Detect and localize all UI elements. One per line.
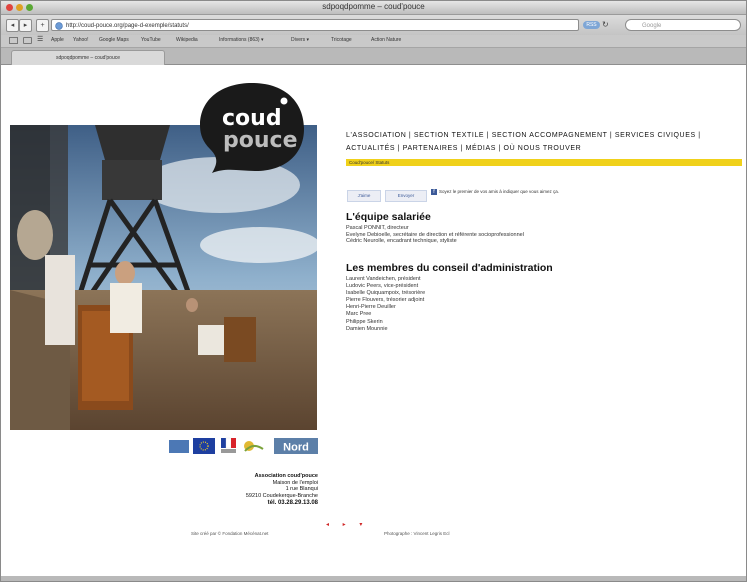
nav-separator: |: [460, 145, 464, 152]
main-navigation: L'ASSOCIATION | SECTION TEXTILE | SECTIO…: [346, 129, 746, 155]
reload-icon[interactable]: ↻: [602, 20, 611, 29]
nav-separator: |: [609, 132, 613, 139]
web-page-content: coud pouce L'ASSOCIATION | SECTION TEXTI…: [1, 65, 746, 581]
nav-separator: |: [408, 132, 412, 139]
globe-icon: [55, 22, 63, 30]
nav-item-association[interactable]: L'ASSOCIATION: [346, 132, 406, 139]
plus-icon: +: [40, 22, 45, 29]
nav-item-section-accompagnement[interactable]: SECTION ACCOMPAGNEMENT: [492, 132, 608, 139]
address-line: 59210 Coudekerque-Branche: [245, 492, 318, 499]
contact-phone: tél. 03.28.29.13.08: [267, 500, 318, 506]
nav-item-actualites[interactable]: ACTUALITÉS: [346, 145, 395, 152]
list-item: Ludovic Peers, vice-président: [346, 283, 419, 290]
list-item: Damien Mounnie: [346, 325, 388, 332]
breadcrumb[interactable]: Coud'pouce/ Statuts: [346, 159, 742, 166]
tab-bar: sdpoqdpomme – coud'pouce: [1, 48, 746, 65]
facebook-prompt-text: Soyez le premier de vos amis à indiquer …: [439, 189, 560, 195]
bookmark-item[interactable]: Yahoo!: [73, 37, 88, 43]
forward-button[interactable]: ▸: [19, 19, 32, 32]
list-item: Pierre Flouvers, trésorier adjoint: [346, 297, 425, 304]
bookmark-item[interactable]: Wikipedia: [176, 37, 198, 43]
bookmark-item[interactable]: YouTube: [141, 37, 161, 43]
nav-separator: |: [486, 132, 490, 139]
list-item: Laurent Vandeichen, président: [346, 276, 421, 282]
contact-address: Association coud'pouce Maison de l'emplo…: [187, 473, 318, 507]
list-item: Philippe Skerin: [346, 318, 383, 325]
list-item: Cédric Neurolle, encadrant technique, st…: [346, 238, 457, 244]
partner-logo-region[interactable]: [169, 440, 189, 453]
republic-logo-white: [225, 437, 232, 449]
coudpouce-logo[interactable]: coud pouce: [200, 81, 304, 174]
nav-item-partenaires[interactable]: PARTENAIRES: [403, 145, 458, 152]
address-bar-url: http://coud-pouce.org/page-d-exemple/sta…: [66, 23, 189, 29]
facebook-like-button[interactable]: J'aime: [347, 190, 381, 202]
reading-list-icon[interactable]: ☰: [37, 35, 43, 43]
eu-flag-icon[interactable]: [193, 438, 215, 454]
back-arrow-icon: ◂: [10, 22, 15, 29]
bookmark-item[interactable]: Informations (863) ▾: [219, 37, 263, 43]
logo-apostrophe: [280, 97, 288, 105]
address-bar[interactable]: http://coud-pouce.org/page-d-exemple/sta…: [51, 19, 579, 31]
facebook-icon: f: [431, 189, 437, 195]
browser-tab-active[interactable]: sdpoqdpomme – coud'pouce: [11, 50, 165, 65]
republic-logo-red: [231, 438, 236, 448]
bookmark-item[interactable]: Google Maps: [99, 37, 129, 43]
facebook-share-button[interactable]: Envoyer: [385, 190, 427, 202]
bookmark-item[interactable]: Action Nature: [371, 37, 401, 43]
forward-arrow-icon: ▸: [23, 22, 28, 29]
slideshow-arrows[interactable]: ◂ ▸ ▾: [326, 521, 368, 528]
list-item: Henri-Pierre Deuiller: [346, 304, 396, 311]
nav-item-medias[interactable]: MÉDIAS: [466, 145, 496, 152]
bookmarks-bar: ☰ Apple Yahoo! Google Maps YouTube Wikip…: [1, 35, 746, 48]
window-title: sdpoqdpomme – coud'pouce: [322, 2, 425, 11]
board-list: Laurent Vandeichen, président Ludovic Pe…: [346, 276, 425, 333]
facebook-like-prompt: f Soyez le premier de vos amis à indiquer…: [431, 189, 611, 195]
board-heading: Les membres du conseil d'administration: [346, 262, 553, 274]
title-bar: sdpoqdpomme – coud'pouce: [1, 1, 746, 15]
footer-credit-photographer[interactable]: Photographe : Vincent Legris Ecl: [384, 531, 449, 536]
nav-separator: |: [498, 145, 501, 152]
logo-text-line2: pouce: [223, 128, 298, 153]
bookmark-item[interactable]: Apple: [51, 37, 64, 43]
republic-logo[interactable]: [221, 438, 226, 448]
bookmark-item[interactable]: Tricotage: [331, 37, 352, 43]
browser-window: sdpoqdpomme – coud'pouce ◂ ▸ + http://co…: [0, 0, 747, 582]
browser-toolbar: ◂ ▸ + http://coud-pouce.org/page-d-exemp…: [1, 15, 746, 35]
republic-logo-caption: [221, 449, 236, 453]
staff-heading: L'équipe salariée: [346, 211, 431, 223]
nav-separator: |: [698, 132, 701, 139]
bookmark-item[interactable]: Divers ▾: [291, 37, 309, 43]
nav-item-services-civiques[interactable]: SERVICES CIVIQUES: [615, 132, 696, 139]
nav-item-section-textile[interactable]: SECTION TEXTILE: [414, 132, 484, 139]
partner-logos: Nord: [169, 437, 318, 454]
bookmarks-book-icon[interactable]: [9, 37, 18, 44]
staff-list: Pascal PONNIT, directeur Evelyne Debioel…: [346, 225, 524, 245]
status-bar: [1, 576, 746, 581]
rss-button[interactable]: RSS: [583, 21, 600, 29]
nav-item-ou-nous-trouver[interactable]: OÙ NOUS TROUVER: [504, 145, 582, 152]
search-input[interactable]: Google: [625, 19, 741, 31]
list-item: Marc Pree: [346, 311, 372, 318]
list-item: Isabelle Quiquampoix, trésorière: [346, 290, 426, 297]
back-button[interactable]: ◂: [6, 19, 19, 32]
nav-separator: |: [397, 145, 401, 152]
add-bookmark-button[interactable]: +: [36, 19, 49, 32]
nord-logo-text: Nord: [283, 442, 309, 454]
footer-credit-site[interactable]: Site créé par © Fondation Mécénat.net: [191, 531, 268, 536]
top-sites-grid-icon[interactable]: [23, 37, 32, 44]
